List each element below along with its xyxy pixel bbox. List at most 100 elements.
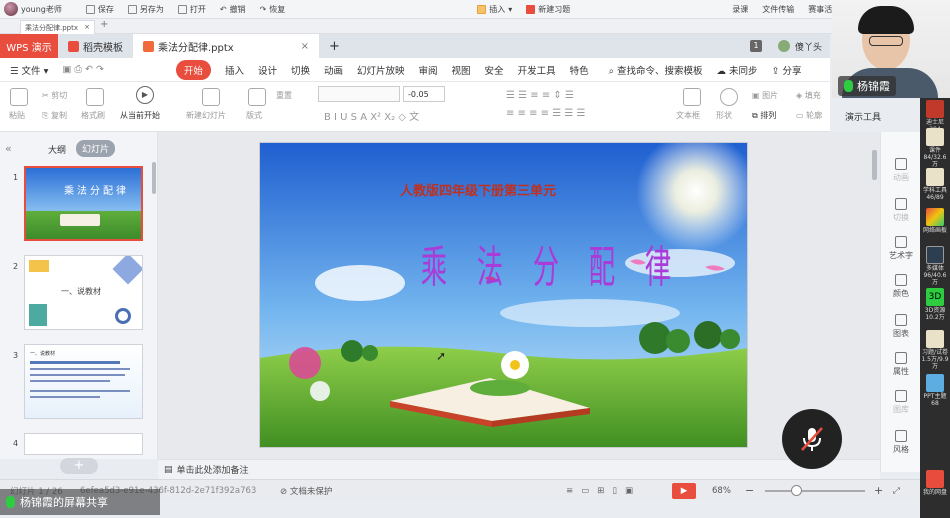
- layout-button[interactable]: 版式: [246, 110, 262, 121]
- account-avatar[interactable]: [778, 40, 790, 52]
- canvas-scrollbar[interactable]: [872, 150, 877, 180]
- resource-subject-tools[interactable]: 学科工具 46/89: [921, 168, 949, 201]
- wps-home-tab[interactable]: WPS 演示: [0, 34, 58, 58]
- open-button[interactable]: 打开: [177, 4, 206, 15]
- save-as-button[interactable]: 另存为: [127, 4, 164, 15]
- new-slide-button[interactable]: 新建幻灯片: [186, 110, 226, 121]
- account-name[interactable]: 傻丫头: [795, 40, 822, 53]
- image-button[interactable]: ▣ 图片: [752, 90, 778, 101]
- animation-pane-button[interactable]: 动画: [881, 158, 921, 183]
- resource-my-drive[interactable]: 我的网盘: [921, 470, 949, 496]
- user-avatar[interactable]: [4, 2, 18, 16]
- copy-button[interactable]: ⎘ 复制: [42, 110, 67, 121]
- command-search[interactable]: ⌕ 查找命令、搜索模板: [609, 63, 703, 77]
- slide-title[interactable]: 乘 法 分 配 律: [412, 231, 680, 295]
- menu-tab-home[interactable]: 开始: [175, 59, 211, 80]
- zoom-in-button[interactable]: +: [874, 484, 883, 497]
- menu-tab-design[interactable]: 设计: [258, 63, 277, 77]
- zoom-slider-handle[interactable]: [791, 485, 802, 496]
- style-pane-button[interactable]: 风格: [881, 430, 921, 455]
- resource-courseware[interactable]: 课件 84/32.6万: [921, 128, 949, 168]
- slide-thumb-2[interactable]: 一、说教材: [24, 255, 143, 330]
- play-icon[interactable]: ▶: [136, 86, 154, 104]
- new-slide-icon[interactable]: [202, 88, 220, 106]
- resource-exercises[interactable]: 习题/试卷 1.5万/9.9万: [921, 330, 949, 370]
- add-tab-button[interactable]: +: [100, 19, 108, 30]
- insert-button[interactable]: 插入 ▾: [477, 4, 512, 15]
- zoom-level[interactable]: 68%: [712, 486, 731, 496]
- outline-button[interactable]: ▭ 轮廓: [796, 110, 822, 121]
- gallery-pane-button[interactable]: 图库: [881, 390, 921, 415]
- close-icon[interactable]: ×: [84, 23, 90, 32]
- undo-button[interactable]: ↶ 撤销: [220, 4, 246, 15]
- menu-tab-developer[interactable]: 开发工具: [518, 63, 556, 77]
- document-tab[interactable]: 乘法分配律.pptx ×: [20, 20, 95, 34]
- zoom-slider[interactable]: [765, 490, 865, 492]
- sync-status[interactable]: ☁ 未同步: [716, 63, 757, 77]
- resource-multimedia[interactable]: 多媒体 96/40.6万: [921, 246, 949, 286]
- menu-tab-review[interactable]: 审阅: [419, 63, 438, 77]
- slide-thumb-4[interactable]: [24, 433, 143, 455]
- color-pane-button[interactable]: 颜色: [881, 274, 921, 299]
- cut-button[interactable]: ✂ 剪切: [42, 90, 67, 101]
- document-app-tab[interactable]: 乘法分配律.pptx ×: [133, 34, 319, 58]
- add-slide-button[interactable]: +: [60, 458, 98, 474]
- paste-icon[interactable]: [10, 88, 28, 106]
- file-transfer-button[interactable]: 文件传输: [762, 4, 794, 15]
- layout-icon[interactable]: [248, 88, 266, 106]
- arrange-button[interactable]: ⧉ 排列: [752, 110, 776, 121]
- record-button[interactable]: 录课: [732, 4, 748, 15]
- menu-tab-security[interactable]: 安全: [485, 63, 504, 77]
- template-tab[interactable]: 稻壳模板: [58, 34, 133, 58]
- user-name[interactable]: young老师: [21, 4, 62, 15]
- mute-mic-button[interactable]: [782, 409, 842, 469]
- shape-icon[interactable]: [720, 88, 738, 106]
- presentation-tools-button[interactable]: 演示工具: [845, 110, 881, 123]
- menu-tab-insert[interactable]: 插入: [225, 63, 244, 77]
- protection-status[interactable]: ⊘ 文档未保护: [280, 485, 332, 497]
- chart-pane-button[interactable]: 图表: [881, 314, 921, 339]
- view-buttons[interactable]: ≡▭⊞▯▣: [566, 486, 641, 496]
- resource-3d[interactable]: 3D 3D资源 10.2万: [921, 288, 949, 321]
- new-exercise-button[interactable]: 新建习题: [526, 4, 570, 15]
- resource-ppt-theme[interactable]: PPT主题 68: [921, 374, 949, 407]
- resource-network-board[interactable]: 网络画板: [921, 208, 949, 234]
- zoom-out-button[interactable]: −: [745, 484, 754, 497]
- collapse-pane-icon[interactable]: «: [5, 142, 12, 155]
- format-painter-button[interactable]: 格式刷: [81, 110, 105, 121]
- fit-window-icon[interactable]: ⤢: [893, 486, 900, 496]
- redo-button[interactable]: ↷ 恢复: [260, 4, 286, 15]
- window-count-badge[interactable]: 1: [750, 40, 762, 52]
- slide-thumb-1[interactable]: 乘法分配律: [24, 166, 143, 241]
- outline-tab[interactable]: 大纲: [48, 143, 66, 156]
- slides-tab[interactable]: 幻灯片: [76, 140, 116, 157]
- slideshow-play-button[interactable]: ▶: [672, 482, 696, 499]
- play-from-current-button[interactable]: 从当前开始: [120, 110, 160, 121]
- menu-tab-transition[interactable]: 切换: [291, 63, 310, 77]
- current-slide[interactable]: 人教版四年级下册第三单元 乘 法 分 配 律 ➚: [259, 142, 748, 448]
- slide-thumb-3[interactable]: 一、说教材: [24, 344, 143, 419]
- save-button[interactable]: 保存: [85, 4, 114, 15]
- paste-button[interactable]: 粘贴: [9, 110, 25, 121]
- share-button[interactable]: ⇪ 分享: [772, 63, 802, 77]
- text-style-buttons[interactable]: B I U S A X² X₂ ◇ 文: [324, 108, 419, 123]
- paragraph-buttons[interactable]: ☰ ☰ ≡ ≡ ⇕ ☰: [506, 90, 574, 101]
- text-box-icon[interactable]: [683, 88, 701, 106]
- wordart-pane-button[interactable]: 艺术字: [881, 236, 921, 261]
- properties-pane-button[interactable]: 属性: [881, 352, 921, 377]
- thumb-scrollbar[interactable]: [152, 162, 156, 194]
- notes-area[interactable]: ▤ 单击此处添加备注: [158, 459, 880, 479]
- quick-access-icons[interactable]: ▣ ⎙ ↶ ↷: [62, 64, 104, 75]
- slide-subtitle[interactable]: 人教版四年级下册第三单元: [400, 183, 590, 201]
- reset-button[interactable]: 重置: [276, 90, 292, 101]
- align-buttons[interactable]: ≡ ≡ ≡ ≡ ☰ ☰ ☰: [506, 108, 585, 119]
- text-box-button[interactable]: 文本框: [676, 110, 700, 121]
- transition-pane-button[interactable]: 切换: [881, 198, 921, 223]
- font-size-field[interactable]: -0.05: [403, 86, 445, 102]
- menu-tab-special[interactable]: 特色: [570, 63, 589, 77]
- fill-button[interactable]: ◈ 填充: [796, 90, 821, 101]
- new-tab-button[interactable]: +: [319, 34, 350, 58]
- menu-tab-view[interactable]: 视图: [452, 63, 471, 77]
- file-menu[interactable]: ☰ 文件 ▾: [10, 63, 48, 77]
- menu-tab-slideshow[interactable]: 幻灯片放映: [357, 63, 405, 77]
